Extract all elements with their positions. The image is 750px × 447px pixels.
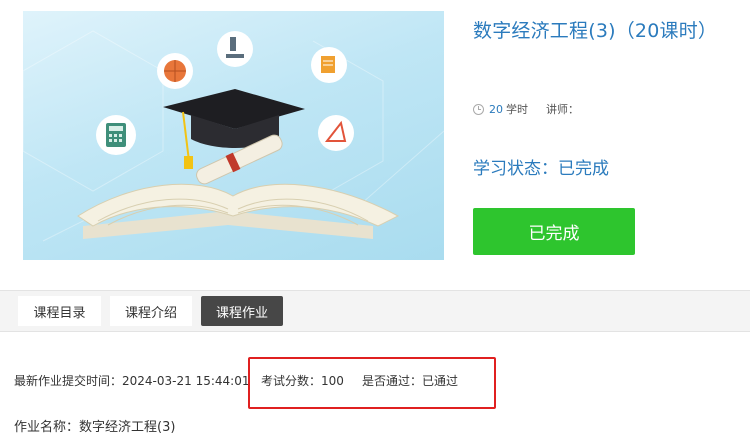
tab-course-homework[interactable]: 课程作业 xyxy=(201,296,283,326)
tab-course-intro[interactable]: 课程介绍 xyxy=(110,296,192,326)
submit-time-value: 2024-03-21 15:44:01 xyxy=(122,374,250,388)
submit-time-row: 最新作业提交时间：2024-03-21 15:44:01 xyxy=(14,372,249,389)
clock-icon xyxy=(473,103,484,115)
course-hours-value: 20 xyxy=(489,102,503,116)
completed-button[interactable]: 已完成 xyxy=(473,208,635,255)
tab-course-catalog[interactable]: 课程目录 xyxy=(18,296,101,326)
course-cover-image xyxy=(23,11,444,260)
course-hours-unit: 学时 xyxy=(506,103,528,116)
course-meta: 20 学时 讲师： xyxy=(473,101,579,117)
assignment-name-label: 作业名称： xyxy=(14,420,80,435)
assignment-name-row: 作业名称：数字经济工程(3) xyxy=(14,416,175,435)
course-title: 数字经济工程(3)（20课时） xyxy=(473,20,718,42)
assignment-name-value: 数字经济工程(3) xyxy=(79,420,176,435)
lecturer-label: 讲师： xyxy=(546,103,579,116)
learning-status: 学习状态：已完成 xyxy=(473,159,609,179)
score-highlight-box xyxy=(248,357,496,409)
submit-time-label: 最新作业提交时间： xyxy=(14,374,123,388)
course-tabs: 课程目录 课程介绍 课程作业 xyxy=(0,290,750,332)
